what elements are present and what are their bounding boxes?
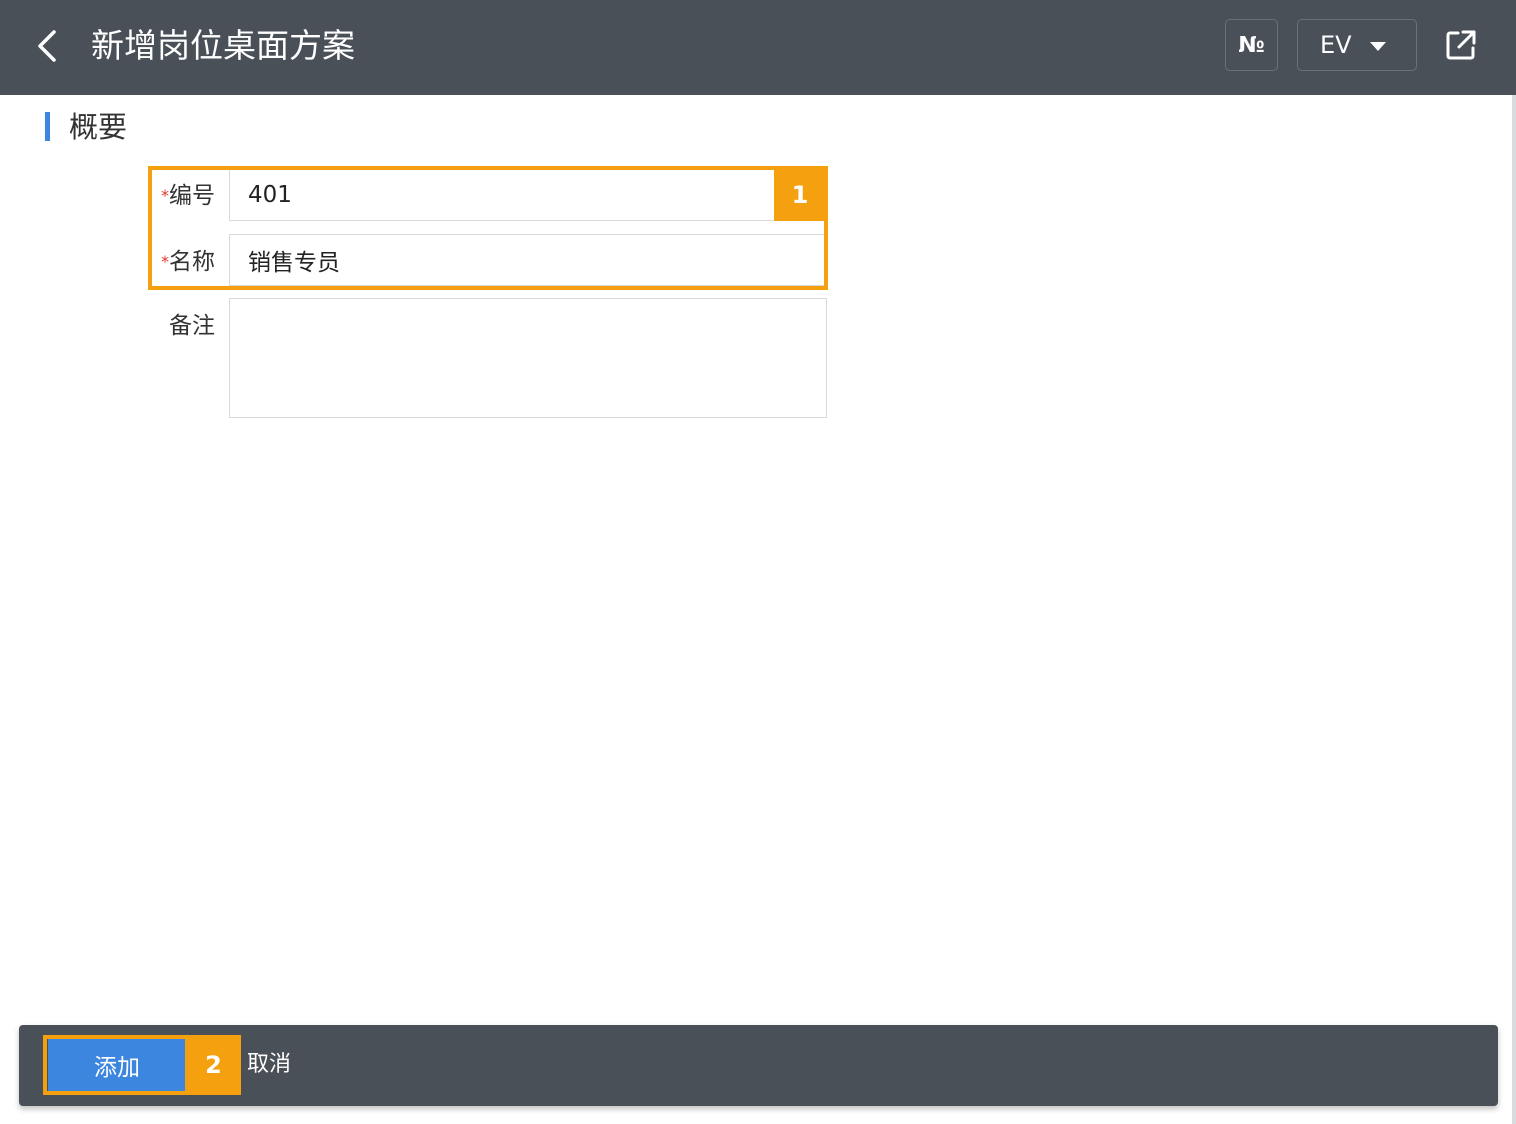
- chevron-left-icon: [38, 30, 56, 62]
- required-mark: *: [161, 186, 169, 205]
- app-header: 新增岗位桌面方案 № EV: [0, 0, 1516, 95]
- language-select[interactable]: EV: [1297, 19, 1417, 71]
- share-button[interactable]: [1444, 28, 1478, 62]
- code-value: 401: [248, 182, 292, 208]
- cancel-button[interactable]: 取消: [247, 1050, 291, 1080]
- number-format-button[interactable]: №: [1225, 19, 1278, 71]
- number-sign-label: №: [1238, 32, 1265, 58]
- remark-label: 备注: [135, 311, 215, 341]
- name-label: *名称: [135, 247, 215, 277]
- remark-label-text: 备注: [169, 313, 215, 339]
- step-badge-1: 1: [774, 169, 826, 221]
- back-button[interactable]: [28, 26, 68, 66]
- code-label: *编号: [135, 181, 215, 211]
- language-value: EV: [1320, 31, 1352, 59]
- section-title: 概要: [69, 110, 128, 144]
- name-value: 销售专员: [248, 250, 340, 276]
- caret-down-icon: [1370, 42, 1386, 51]
- code-label-text: 编号: [169, 183, 215, 209]
- section-accent-bar: [45, 112, 50, 141]
- required-mark: *: [161, 252, 169, 271]
- name-label-text: 名称: [169, 249, 215, 275]
- external-link-icon: [1446, 30, 1476, 60]
- code-input[interactable]: 401: [229, 169, 825, 221]
- page-title: 新增岗位桌面方案: [91, 26, 355, 65]
- step-badge-2: 2: [186, 1035, 241, 1095]
- name-input[interactable]: 销售专员: [229, 234, 825, 286]
- scrollbar-track: [1512, 95, 1516, 1124]
- remark-textarea[interactable]: [229, 298, 827, 418]
- add-button[interactable]: 添加: [48, 1039, 186, 1091]
